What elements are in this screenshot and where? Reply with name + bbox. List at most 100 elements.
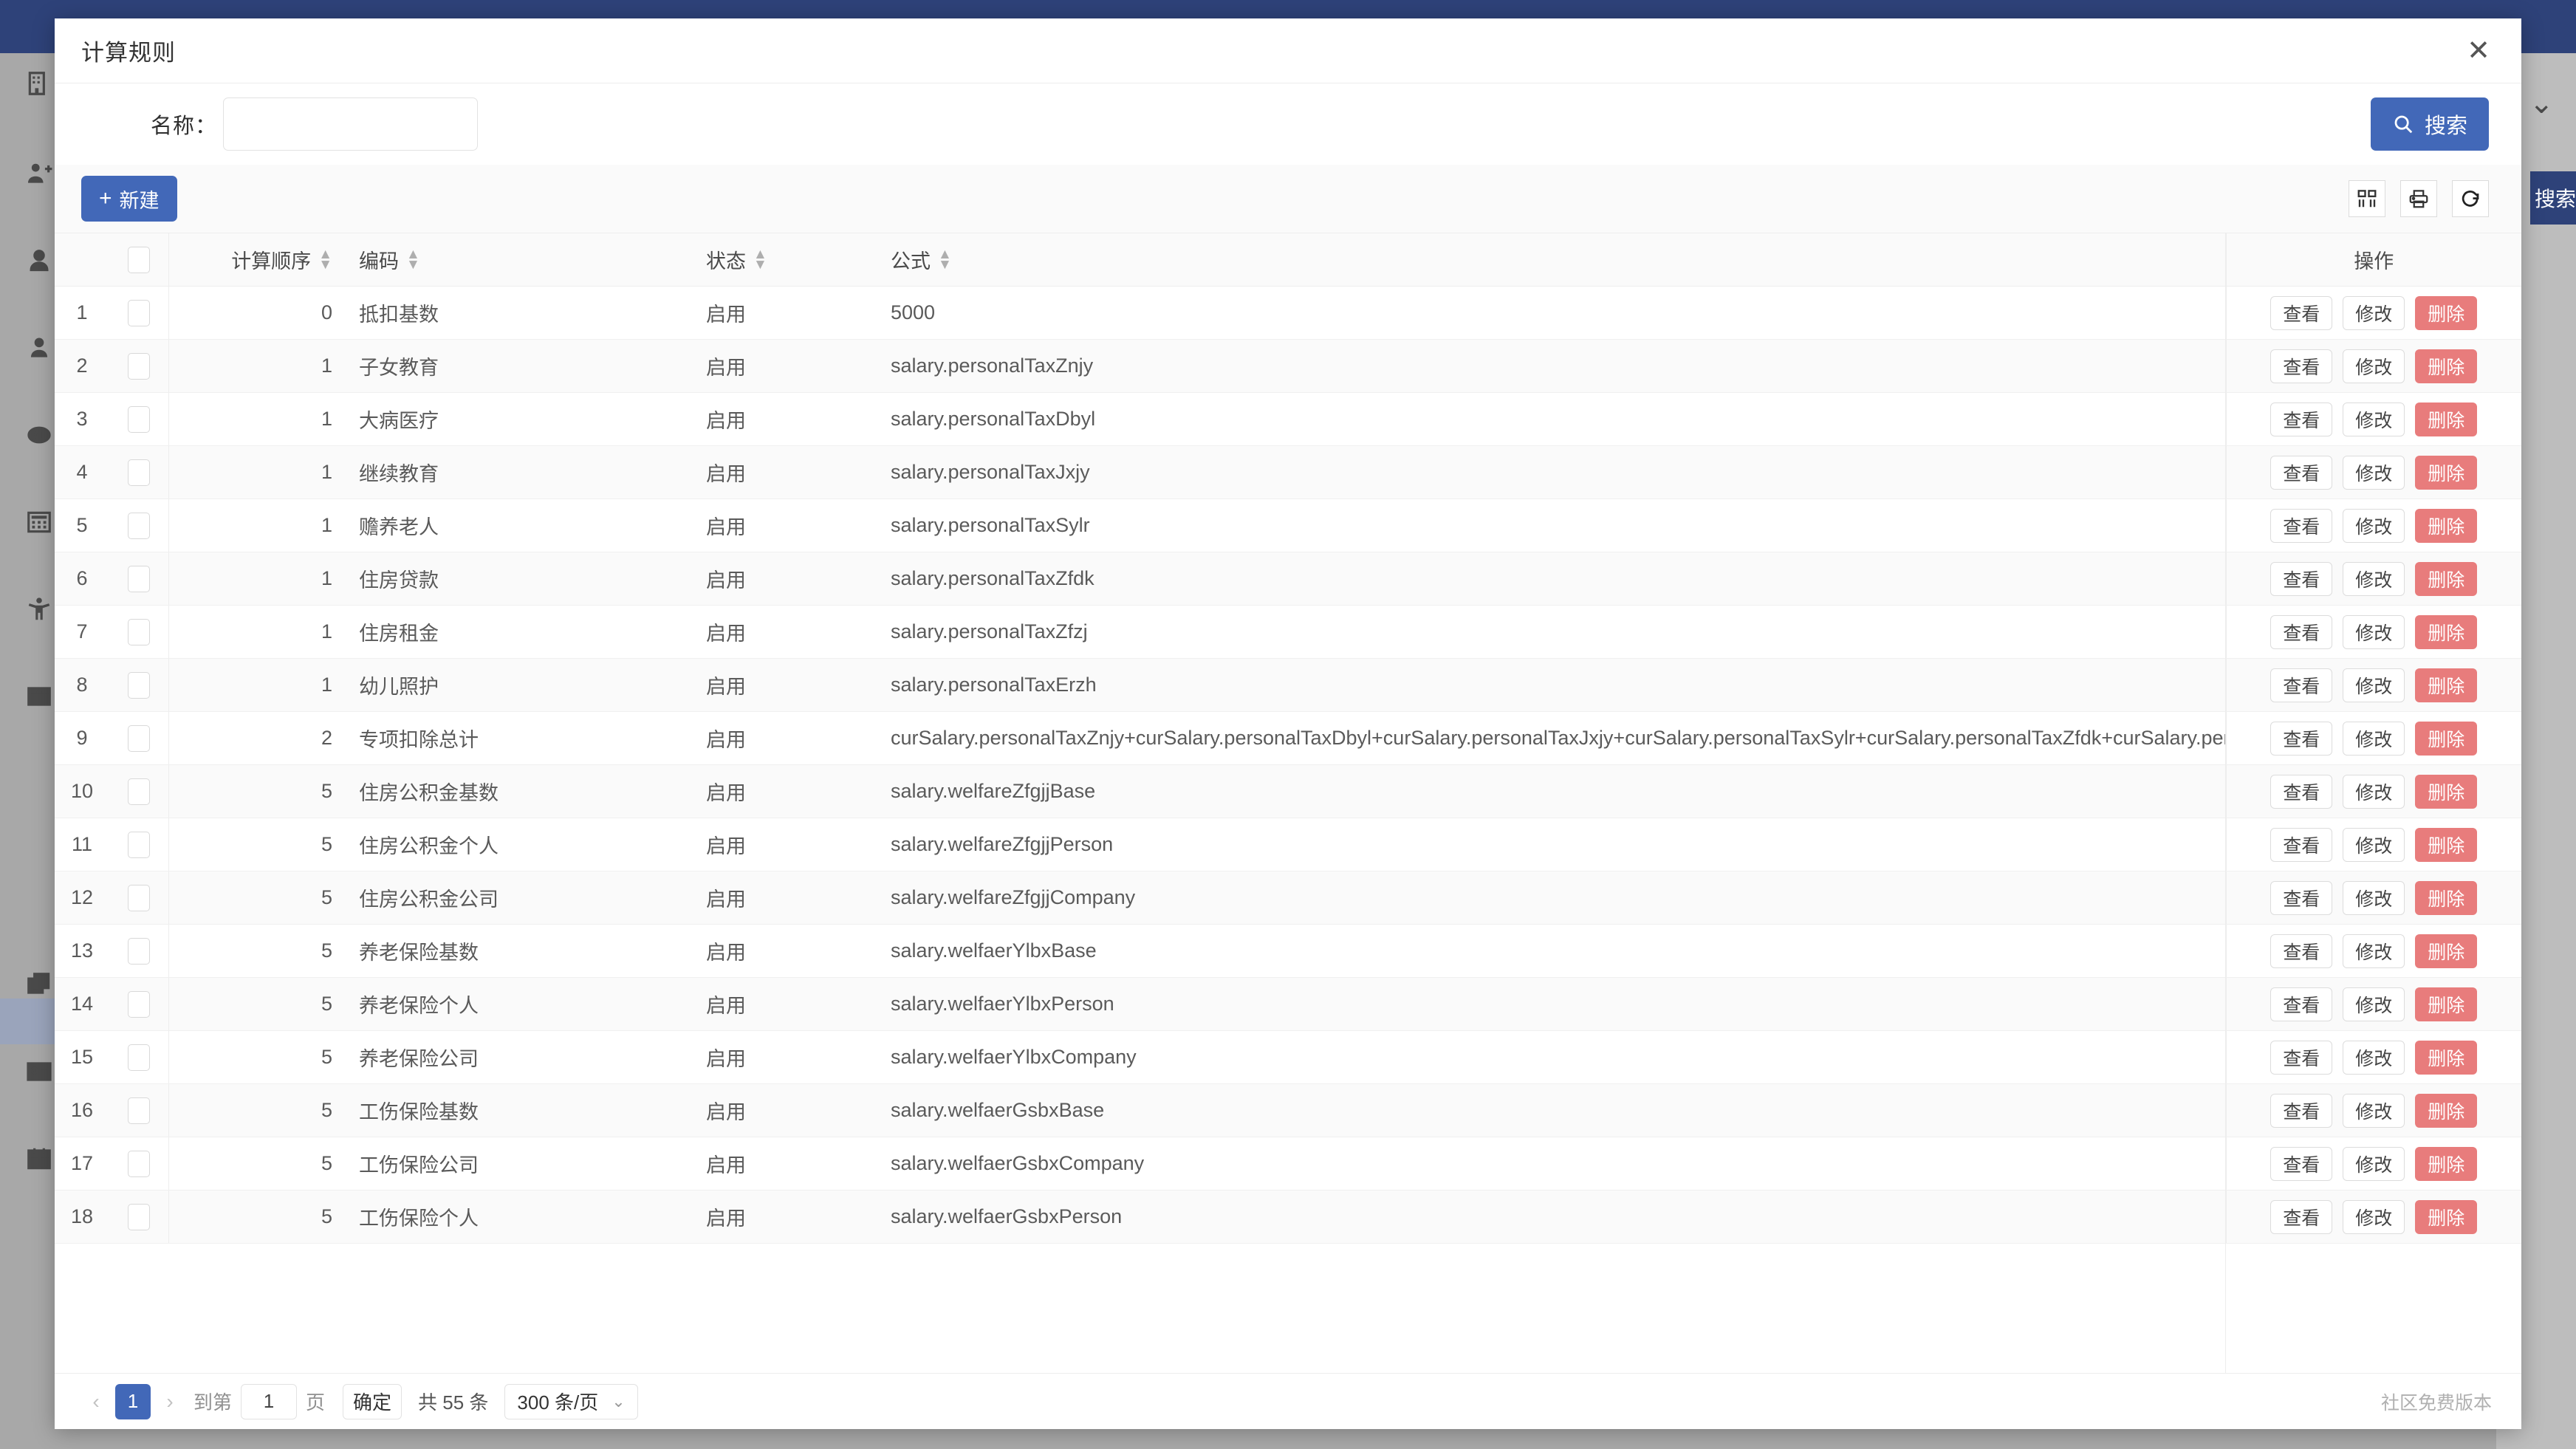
sort-arrows-icon[interactable]: ▲▼	[753, 250, 767, 270]
view-button[interactable]: 查看	[2270, 615, 2332, 649]
search-button[interactable]: 搜索	[2371, 97, 2489, 151]
page-size-select[interactable]: 300 条/页 ⌄	[504, 1384, 637, 1419]
view-button[interactable]: 查看	[2270, 1094, 2332, 1128]
edit-button[interactable]: 修改	[2343, 456, 2405, 490]
edit-button[interactable]: 修改	[2343, 562, 2405, 596]
table-row[interactable]: 61住房贷款启用salary.personalTaxZfdk查看修改删除	[55, 552, 2521, 606]
view-button[interactable]: 查看	[2270, 562, 2332, 596]
edit-button[interactable]: 修改	[2343, 1094, 2405, 1128]
edit-button[interactable]: 修改	[2343, 402, 2405, 436]
delete-button[interactable]: 删除	[2415, 349, 2477, 383]
row-checkbox[interactable]	[128, 300, 150, 326]
row-checkbox[interactable]	[128, 832, 150, 858]
row-checkbox[interactable]	[128, 1204, 150, 1230]
row-checkbox[interactable]	[128, 1044, 150, 1071]
edit-button[interactable]: 修改	[2343, 296, 2405, 330]
edit-button[interactable]: 修改	[2343, 828, 2405, 862]
table-row[interactable]: 125住房公积金公司启用salary.welfareZfgjjCompany查看…	[55, 871, 2521, 925]
view-button[interactable]: 查看	[2270, 934, 2332, 968]
delete-button[interactable]: 删除	[2415, 402, 2477, 436]
page-number-1[interactable]: 1	[115, 1384, 151, 1419]
delete-button[interactable]: 删除	[2415, 562, 2477, 596]
row-select-cell[interactable]	[109, 765, 168, 818]
row-select-cell[interactable]	[109, 818, 168, 871]
delete-button[interactable]: 删除	[2415, 296, 2477, 330]
row-select-cell[interactable]	[109, 340, 168, 393]
sort-arrows-icon[interactable]: ▲▼	[406, 250, 420, 270]
row-checkbox[interactable]	[128, 885, 150, 911]
table-row[interactable]: 115住房公积金个人启用salary.welfareZfgjjPerson查看修…	[55, 818, 2521, 871]
sort-arrows-icon[interactable]: ▲▼	[318, 250, 332, 270]
table-row[interactable]: 145养老保险个人启用salary.welfaerYlbxPerson查看修改删…	[55, 978, 2521, 1031]
edit-button[interactable]: 修改	[2343, 881, 2405, 915]
edit-button[interactable]: 修改	[2343, 615, 2405, 649]
row-checkbox[interactable]	[128, 1151, 150, 1177]
table-row[interactable]: 105住房公积金基数启用salary.welfareZfgjjBase查看修改删…	[55, 765, 2521, 818]
row-select-cell[interactable]	[109, 446, 168, 499]
table-row[interactable]: 41继续教育启用salary.personalTaxJxjy查看修改删除	[55, 446, 2521, 499]
row-select-cell[interactable]	[109, 871, 168, 925]
sort-arrows-icon[interactable]: ▲▼	[938, 250, 952, 270]
view-button[interactable]: 查看	[2270, 1041, 2332, 1075]
row-select-cell[interactable]	[109, 1137, 168, 1191]
edit-button[interactable]: 修改	[2343, 722, 2405, 756]
edit-button[interactable]: 修改	[2343, 1041, 2405, 1075]
delete-button[interactable]: 删除	[2415, 1041, 2477, 1075]
header-status[interactable]: 状态 ▲▼	[685, 233, 870, 287]
view-button[interactable]: 查看	[2270, 509, 2332, 543]
delete-button[interactable]: 删除	[2415, 1147, 2477, 1181]
edit-button[interactable]: 修改	[2343, 775, 2405, 809]
row-checkbox[interactable]	[128, 353, 150, 380]
table-row[interactable]: 175工伤保险公司启用salary.welfaerGsbxCompany查看修改…	[55, 1137, 2521, 1191]
print-icon[interactable]	[2400, 180, 2437, 217]
row-select-cell[interactable]	[109, 499, 168, 552]
row-checkbox[interactable]	[128, 459, 150, 486]
select-all-checkbox[interactable]	[128, 247, 150, 273]
delete-button[interactable]: 删除	[2415, 509, 2477, 543]
row-select-cell[interactable]	[109, 712, 168, 765]
view-button[interactable]: 查看	[2270, 987, 2332, 1021]
row-checkbox[interactable]	[128, 1097, 150, 1124]
row-checkbox[interactable]	[128, 725, 150, 752]
delete-button[interactable]: 删除	[2415, 668, 2477, 702]
view-button[interactable]: 查看	[2270, 1200, 2332, 1234]
table-row[interactable]: 155养老保险公司启用salary.welfaerYlbxCompany查看修改…	[55, 1031, 2521, 1084]
delete-button[interactable]: 删除	[2415, 881, 2477, 915]
table-row[interactable]: 165工伤保险基数启用salary.welfaerGsbxBase查看修改删除	[55, 1084, 2521, 1137]
table-row[interactable]: 71住房租金启用salary.personalTaxZfzj查看修改删除	[55, 606, 2521, 659]
table-row[interactable]: 31大病医疗启用salary.personalTaxDbyl查看修改删除	[55, 393, 2521, 446]
edit-button[interactable]: 修改	[2343, 934, 2405, 968]
table-row[interactable]: 81幼儿照护启用salary.personalTaxErzh查看修改删除	[55, 659, 2521, 712]
delete-button[interactable]: 删除	[2415, 456, 2477, 490]
view-button[interactable]: 查看	[2270, 881, 2332, 915]
view-button[interactable]: 查看	[2270, 402, 2332, 436]
page-jump-input[interactable]	[241, 1384, 297, 1419]
view-button[interactable]: 查看	[2270, 775, 2332, 809]
view-button[interactable]: 查看	[2270, 456, 2332, 490]
delete-button[interactable]: 删除	[2415, 1094, 2477, 1128]
table-row[interactable]: 51赡养老人启用salary.personalTaxSylr查看修改删除	[55, 499, 2521, 552]
header-formula[interactable]: 公式 ▲▼	[870, 233, 2226, 287]
table-row[interactable]: 185工伤保险个人启用salary.welfaerGsbxPerson查看修改删…	[55, 1191, 2521, 1244]
row-checkbox[interactable]	[128, 778, 150, 805]
delete-button[interactable]: 删除	[2415, 775, 2477, 809]
row-select-cell[interactable]	[109, 552, 168, 606]
delete-button[interactable]: 删除	[2415, 1200, 2477, 1234]
row-select-cell[interactable]	[109, 659, 168, 712]
table-row[interactable]: 135养老保险基数启用salary.welfaerYlbxBase查看修改删除	[55, 925, 2521, 978]
row-select-cell[interactable]	[109, 1084, 168, 1137]
chevron-right-icon[interactable]: ›	[155, 1384, 185, 1419]
chevron-left-icon[interactable]: ‹	[81, 1384, 111, 1419]
refresh-icon[interactable]	[2452, 180, 2489, 217]
header-order[interactable]: 计算顺序 ▲▼	[168, 233, 338, 287]
row-select-cell[interactable]	[109, 393, 168, 446]
table-row[interactable]: 21子女教育启用salary.personalTaxZnjy查看修改删除	[55, 340, 2521, 393]
row-checkbox[interactable]	[128, 672, 150, 699]
header-code[interactable]: 编码 ▲▼	[338, 233, 685, 287]
row-select-cell[interactable]	[109, 1191, 168, 1244]
view-button[interactable]: 查看	[2270, 722, 2332, 756]
row-select-cell[interactable]	[109, 287, 168, 340]
new-button[interactable]: + 新建	[81, 176, 177, 222]
view-button[interactable]: 查看	[2270, 668, 2332, 702]
delete-button[interactable]: 删除	[2415, 615, 2477, 649]
